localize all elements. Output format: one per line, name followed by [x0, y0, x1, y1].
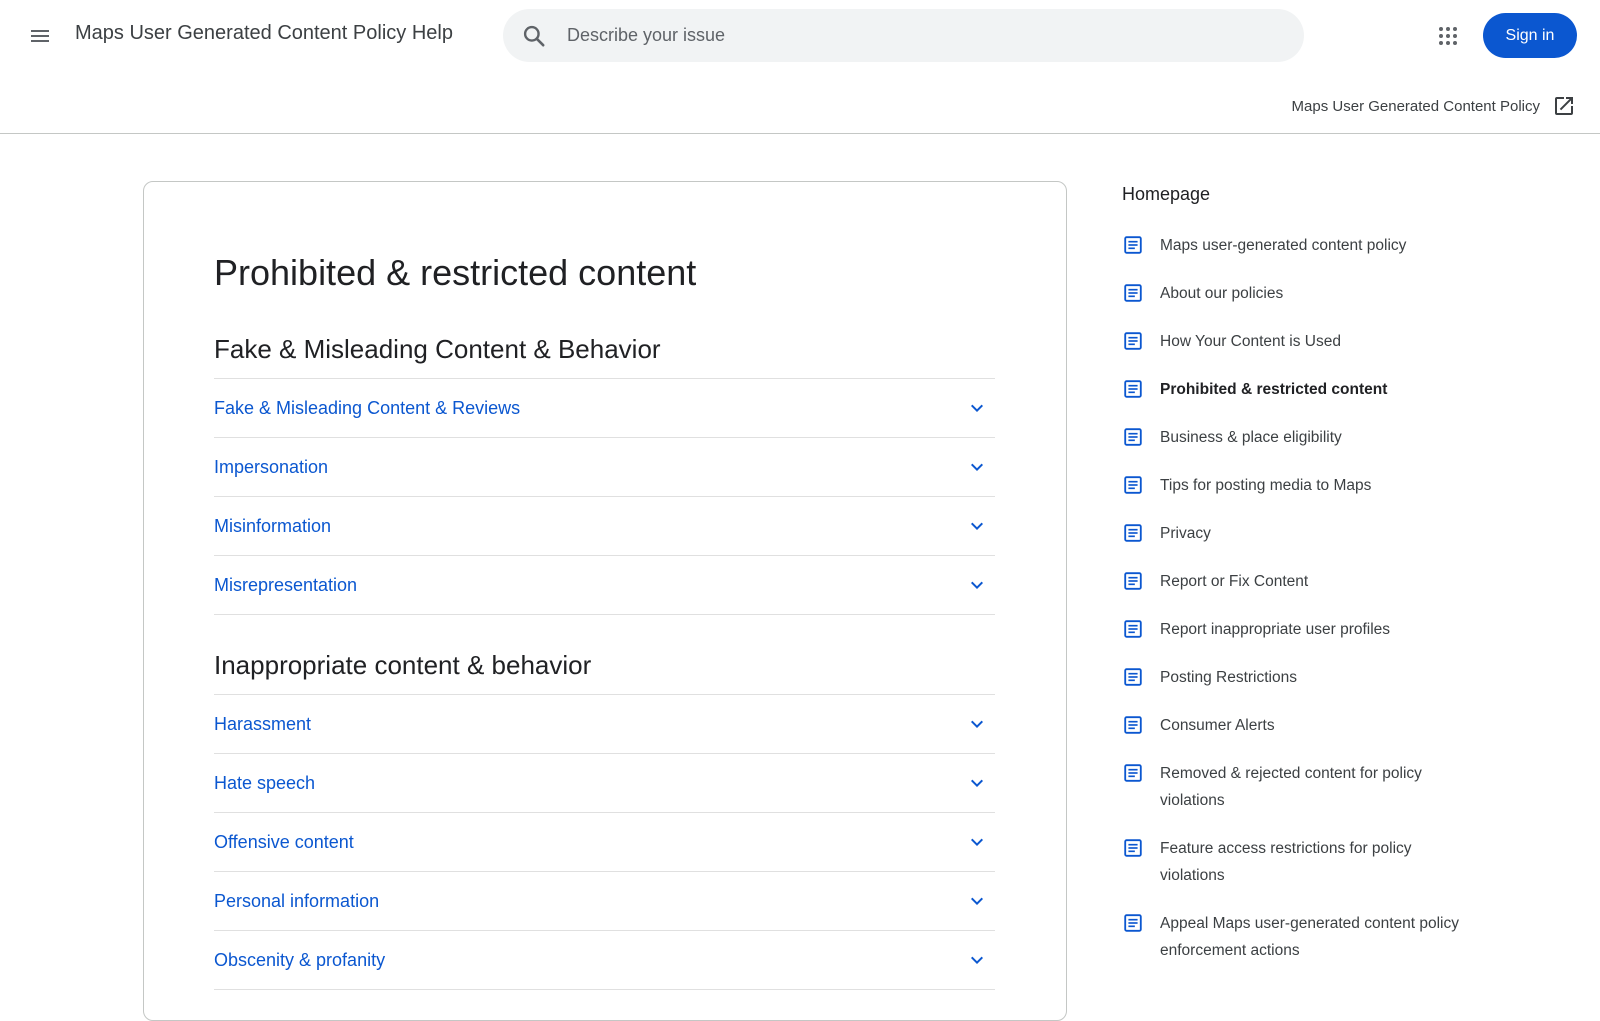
sidebar-item[interactable]: Tips for posting media to Maps — [1122, 474, 1562, 499]
sidebar-item[interactable]: Consumer Alerts — [1122, 714, 1562, 739]
document-icon — [1124, 428, 1142, 446]
accordion-list-fake-misleading: Fake & Misleading Content & Reviews Impe… — [214, 378, 995, 615]
chevron-down-icon — [971, 404, 983, 412]
document-icon — [1124, 764, 1142, 782]
document-icon — [1124, 332, 1142, 350]
accordion-item[interactable]: Misrepresentation — [214, 556, 995, 615]
sidebar-item[interactable]: Business & place eligibility — [1122, 426, 1562, 451]
sidebar-item-label: Tips for posting media to Maps — [1160, 477, 1372, 494]
sign-in-button[interactable]: Sign in — [1483, 13, 1577, 58]
document-icon — [1124, 914, 1142, 932]
sidebar-item-label: How Your Content is Used — [1160, 333, 1341, 350]
sidebar-item[interactable]: Privacy — [1122, 522, 1562, 547]
sidebar-item-label: Maps user-generated content policy — [1160, 237, 1407, 254]
document-icon — [1124, 524, 1142, 542]
sidebar-item[interactable]: Appeal Maps user-generated content polic… — [1122, 912, 1562, 964]
accordion-item[interactable]: Offensive content — [214, 813, 995, 872]
accordion-item-label: Personal information — [214, 890, 380, 911]
document-icon — [1124, 839, 1142, 857]
sidebar-item[interactable]: Feature access restrictions for policy v… — [1122, 837, 1562, 889]
accordion-item[interactable]: Personal information — [214, 872, 995, 931]
sidebar-item-label: Removed & rejected content for policy vi… — [1160, 765, 1422, 809]
sidebar-item[interactable]: About our policies — [1122, 282, 1562, 307]
page-title: Prohibited & restricted content — [214, 252, 697, 293]
search-box[interactable] — [503, 9, 1304, 62]
document-icon — [1124, 572, 1142, 590]
document-icon — [1124, 476, 1142, 494]
open-in-new-icon — [1555, 97, 1573, 115]
sidebar-item-label: Privacy — [1160, 525, 1211, 542]
accordion-item[interactable]: Harassment — [214, 695, 995, 754]
sidebar-item-label: Report or Fix Content — [1160, 573, 1309, 590]
document-icon — [1124, 284, 1142, 302]
accordion-item-label: Fake & Misleading Content & Reviews — [214, 397, 521, 418]
sidebar-item[interactable]: Posting Restrictions — [1122, 666, 1562, 691]
sidebar-item-label: Report inappropriate user profiles — [1160, 621, 1391, 638]
document-icon — [1124, 380, 1142, 398]
sidebar-item[interactable]: Report or Fix Content — [1122, 570, 1562, 595]
top-app-bar: Maps User Generated Content Policy Help … — [0, 0, 1600, 72]
sidebar-item-label: Business & place eligibility — [1160, 429, 1342, 446]
accordion-list-inappropriate: Harassment Hate speech Offensive content… — [214, 694, 995, 990]
sidebar-item-label: Appeal Maps user-generated content polic… — [1160, 915, 1459, 959]
document-icon — [1124, 716, 1142, 734]
accordion-item[interactable]: Obscenity & profanity — [214, 931, 995, 990]
search-icon[interactable] — [521, 23, 547, 49]
sidebar-item[interactable]: How Your Content is Used — [1122, 330, 1562, 355]
document-icon — [1124, 668, 1142, 686]
accordion-item[interactable]: Fake & Misleading Content & Reviews — [214, 379, 995, 438]
apps-grid-icon — [1439, 27, 1457, 45]
chevron-down-icon — [971, 581, 983, 589]
accordion-item-label: Misrepresentation — [214, 574, 358, 595]
sidebar-item[interactable]: Removed & rejected content for policy vi… — [1122, 762, 1562, 814]
accordion-item-label: Misinformation — [214, 515, 332, 536]
accordion-item-label: Impersonation — [214, 456, 329, 477]
document-icon — [1124, 620, 1142, 638]
sidebar-item-label: Consumer Alerts — [1160, 717, 1275, 734]
main-menu-button[interactable] — [20, 16, 60, 56]
sidebar-heading[interactable]: Homepage — [1122, 180, 1562, 210]
accordion-item-label: Obscenity & profanity — [214, 949, 386, 970]
app-title[interactable]: Maps User Generated Content Policy Help — [75, 22, 453, 45]
section-heading-inappropriate: Inappropriate content & behavior — [214, 650, 592, 680]
sub-header: Maps User Generated Content Policy — [0, 72, 1600, 134]
accordion-item[interactable]: Misinformation — [214, 497, 995, 556]
search-input[interactable] — [565, 9, 1265, 62]
accordion-item-label: Offensive content — [214, 831, 354, 852]
chevron-down-icon — [971, 522, 983, 530]
chevron-down-icon — [971, 956, 983, 964]
chevron-down-icon — [971, 838, 983, 846]
accordion-item[interactable]: Hate speech — [214, 754, 995, 813]
sidebar-item-label: Feature access restrictions for policy v… — [1160, 840, 1412, 884]
sidebar-item[interactable]: Prohibited & restricted content — [1122, 378, 1562, 403]
chevron-down-icon — [971, 779, 983, 787]
document-icon — [1124, 236, 1142, 254]
google-apps-button[interactable] — [1428, 16, 1468, 56]
chevron-down-icon — [971, 897, 983, 905]
article-card: Prohibited & restricted content Fake & M… — [143, 181, 1067, 1021]
policy-external-link[interactable]: Maps User Generated Content Policy — [1292, 94, 1576, 118]
sidebar-item-label: Prohibited & restricted content — [1160, 381, 1388, 398]
chevron-down-icon — [971, 720, 983, 728]
sidebar-list: Maps user-generated content policy About … — [1122, 234, 1562, 964]
sidebar-item[interactable]: Maps user-generated content policy — [1122, 234, 1562, 259]
section-heading-fake-misleading: Fake & Misleading Content & Behavior — [214, 334, 661, 364]
sidebar-nav: Homepage Maps user-generated content pol… — [1122, 180, 1562, 987]
sidebar-item-label: Posting Restrictions — [1160, 669, 1297, 686]
accordion-item[interactable]: Impersonation — [214, 438, 995, 497]
chevron-down-icon — [971, 463, 983, 471]
accordion-item-label: Harassment — [214, 713, 312, 734]
policy-external-link-label: Maps User Generated Content Policy — [1291, 97, 1540, 115]
sidebar-item[interactable]: Report inappropriate user profiles — [1122, 618, 1562, 643]
accordion-item-label: Hate speech — [214, 772, 316, 793]
sidebar-item-label: About our policies — [1160, 285, 1284, 302]
hamburger-menu-icon — [31, 30, 49, 42]
